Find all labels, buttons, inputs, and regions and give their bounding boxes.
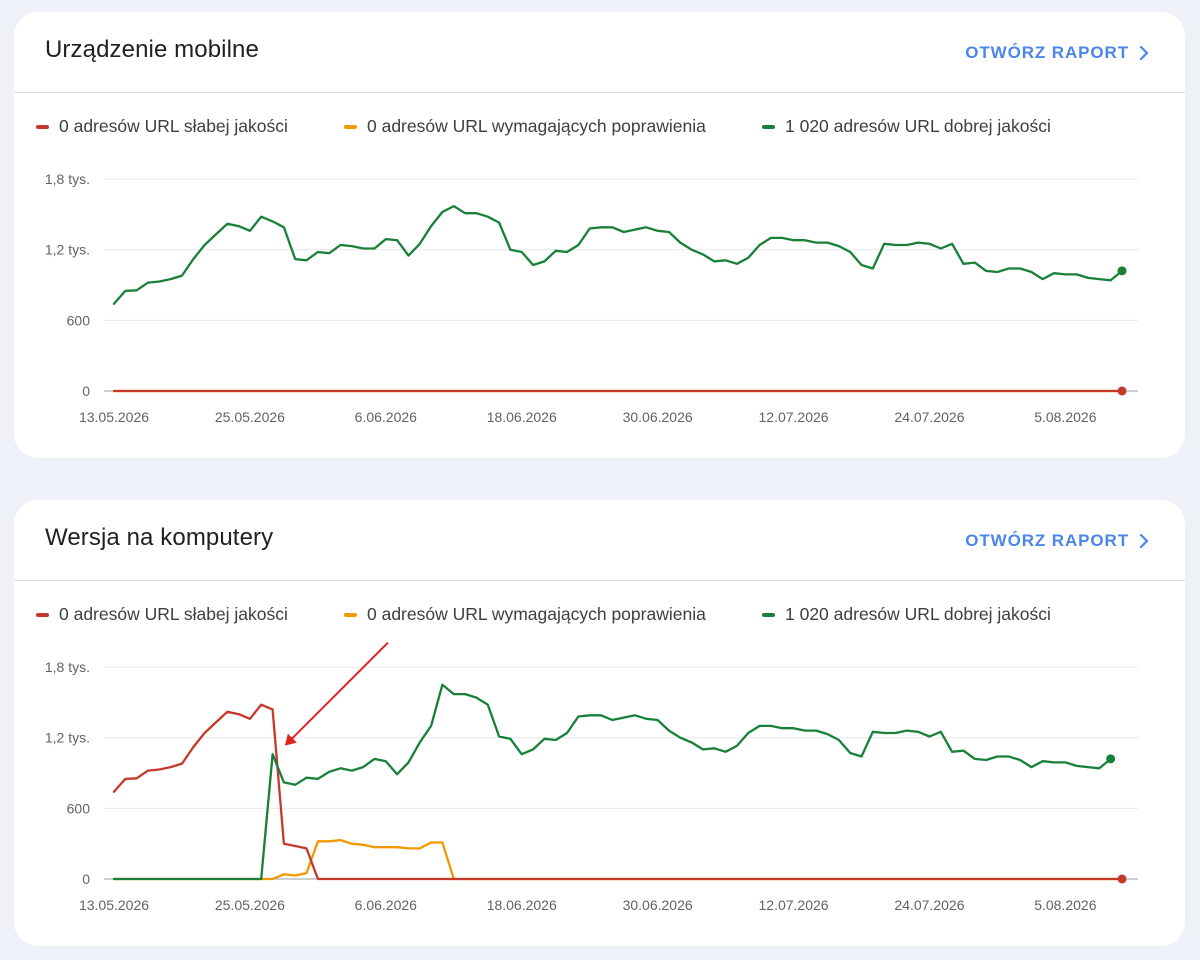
legend-item-needs-improvement[interactable]: 0 adresów URL wymagających poprawienia [344, 604, 706, 625]
chart-desktop: 0 600 1,2 tys. 1,8 tys. 13.05.2026 25.05.2026… [45, 641, 1138, 913]
y-tick-label: 0 [82, 871, 90, 887]
x-tick-label: 6.06.2026 [355, 897, 417, 913]
legend-swatch-poor [36, 612, 49, 617]
legend-item-poor[interactable]: 0 adresów URL słabej jakości [36, 604, 288, 625]
y-tick-label: 600 [67, 800, 91, 816]
legend-label-poor: 0 adresów URL słabej jakości [59, 604, 288, 624]
legend-label-needs-improvement: 0 adresów URL wymagających poprawienia [367, 116, 706, 136]
card-title: Wersja na komputery [45, 524, 274, 551]
legend-item-needs-improvement[interactable]: 0 adresów URL wymagających poprawienia [344, 116, 706, 137]
x-tick-label: 24.07.2026 [894, 897, 964, 913]
x-tick-label: 18.06.2026 [487, 897, 557, 913]
x-tick-label: 30.06.2026 [623, 897, 693, 913]
chevron-right-icon [1139, 45, 1149, 61]
x-tick-label: 12.07.2026 [759, 897, 829, 913]
x-tick-label: 30.06.2026 [623, 409, 693, 425]
y-tick-label: 600 [67, 312, 91, 328]
x-tick-label: 6.06.2026 [355, 409, 417, 425]
chart-mobile: 0 600 1,2 tys. 1,8 tys. 13.05.2026 25.05.2026… [45, 171, 1138, 425]
x-tick-label: 13.05.2026 [79, 409, 149, 425]
legend-swatch-good [762, 124, 775, 129]
legend-label-needs-improvement: 0 adresów URL wymagających poprawienia [367, 604, 706, 624]
card-desktop: Wersja na komputery OTWÓRZ RAPORT 0 adre… [14, 500, 1185, 946]
legend-swatch-needs-improvement [344, 612, 357, 617]
y-tick-label: 0 [82, 383, 90, 399]
legend-label-good: 1 020 adresów URL dobrej jakości [785, 604, 1051, 624]
x-tick-label: 12.07.2026 [759, 409, 829, 425]
legend-swatch-poor [36, 124, 49, 129]
card-divider [14, 580, 1185, 581]
series-line [112, 703, 1124, 881]
annotation-arrow-line [291, 641, 389, 740]
series-end-marker [1106, 754, 1116, 764]
open-report-label: OTWÓRZ RAPORT [965, 43, 1129, 62]
y-tick-label: 1,2 tys. [45, 242, 90, 258]
series-line [112, 204, 1124, 305]
legend-label-poor: 0 adresów URL słabej jakości [59, 116, 288, 136]
x-tick-label: 25.05.2026 [215, 409, 285, 425]
legend-item-good[interactable]: 1 020 adresów URL dobrej jakości [762, 604, 1051, 625]
open-report-button[interactable]: OTWÓRZ RAPORT [965, 531, 1149, 551]
legend-label-good: 1 020 adresów URL dobrej jakości [785, 116, 1051, 136]
legend-swatch-good [762, 612, 775, 617]
card-mobile: Urządzenie mobilne OTWÓRZ RAPORT 0 adres… [14, 12, 1185, 458]
series-line [112, 683, 1112, 881]
x-tick-label: 18.06.2026 [487, 409, 557, 425]
x-tick-label: 24.07.2026 [894, 409, 964, 425]
x-tick-label: 25.05.2026 [215, 897, 285, 913]
open-report-button[interactable]: OTWÓRZ RAPORT [965, 43, 1149, 63]
legend-item-good[interactable]: 1 020 adresów URL dobrej jakości [762, 116, 1051, 137]
card-divider [14, 92, 1185, 93]
y-tick-label: 1,8 tys. [45, 659, 90, 675]
legend-item-poor[interactable]: 0 adresów URL słabej jakości [36, 116, 288, 137]
series-end-marker [1117, 386, 1127, 396]
open-report-label: OTWÓRZ RAPORT [965, 531, 1129, 550]
y-tick-label: 1,8 tys. [45, 171, 90, 187]
y-tick-label: 1,2 tys. [45, 730, 90, 746]
card-title: Urządzenie mobilne [45, 36, 259, 63]
series-end-marker [1117, 266, 1127, 276]
x-tick-label: 5.08.2026 [1034, 897, 1096, 913]
x-tick-label: 13.05.2026 [79, 897, 149, 913]
x-tick-label: 5.08.2026 [1034, 409, 1096, 425]
chevron-right-icon [1139, 533, 1149, 549]
legend-swatch-needs-improvement [344, 124, 357, 129]
series-end-marker [1117, 874, 1127, 884]
